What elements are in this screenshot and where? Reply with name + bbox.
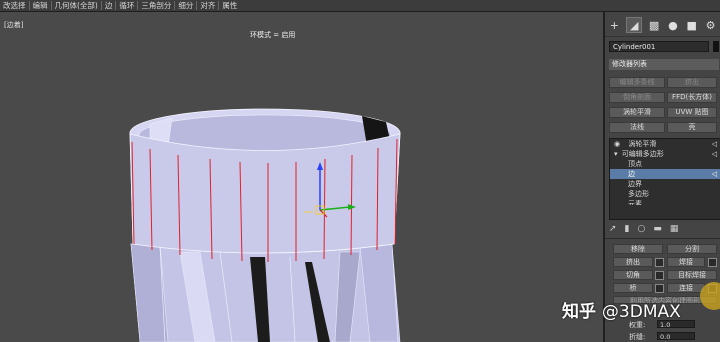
menu-item-select[interactable]: 改选择 xyxy=(0,0,29,11)
lightbulb-icon[interactable]: ◁ xyxy=(712,139,717,149)
stack-item-border[interactable]: 边界 xyxy=(610,179,720,189)
menu-item-subdivide[interactable]: 细分 xyxy=(175,0,196,11)
lightbulb-icon[interactable]: ◁ xyxy=(712,149,717,159)
menu-bar: 改选择 编辑 几何体(全部) 边 循环 三角剖分 细分 对齐 属性 xyxy=(0,0,720,12)
connect-button[interactable]: 连接 xyxy=(667,283,705,293)
menu-item-geometry[interactable]: 几何体(全部) xyxy=(52,0,101,11)
lightbulb-icon[interactable]: ◁ xyxy=(712,169,717,179)
stack-item-element[interactable]: 元素 xyxy=(610,199,720,205)
remove-edge-button[interactable]: 移除 xyxy=(613,244,663,254)
display-icon[interactable]: ■ xyxy=(685,18,699,32)
command-panel-tabs: + ◢ ▩ ● ■ ⚙ xyxy=(605,14,720,37)
make-unique-icon[interactable]: ○ xyxy=(638,224,646,234)
show-end-result-icon[interactable]: ▮ xyxy=(625,224,630,234)
ffd-box-button[interactable]: FFD(长方体) xyxy=(667,92,717,103)
cylinder-mesh[interactable] xyxy=(0,12,603,342)
cursor-highlight xyxy=(700,282,720,310)
chamfer-settings-icon[interactable] xyxy=(655,271,664,280)
stack-item-polygon[interactable]: 多边形 xyxy=(610,189,720,199)
menu-item-triangulate[interactable]: 三角剖分 xyxy=(138,0,174,11)
expand-icon[interactable]: ▾ xyxy=(614,150,618,158)
modify-icon[interactable]: ◢ xyxy=(626,17,643,33)
crease-label: 折缝: xyxy=(629,333,646,341)
utilities-icon[interactable]: ⚙ xyxy=(704,18,718,32)
chamfer-button[interactable]: 切角 xyxy=(613,270,653,280)
rollout-divider xyxy=(605,238,720,239)
perspective-viewport[interactable]: [边着] 环模式 = 启用 xyxy=(0,12,605,342)
extrude-settings-icon[interactable] xyxy=(655,258,664,267)
stack-item-editable-poly[interactable]: ▾ 可编辑多边形 ◁ xyxy=(610,149,720,159)
create-icon[interactable]: + xyxy=(607,18,621,32)
modifier-list-dropdown[interactable]: 修改器列表 xyxy=(609,59,719,70)
zhihu-watermark: 知乎 @3DMAX xyxy=(562,297,681,322)
weld-button[interactable]: 焊接 xyxy=(667,257,705,267)
stack-item-edge[interactable]: 边 ◁ xyxy=(610,169,720,179)
menu-item-align[interactable]: 对齐 xyxy=(197,0,218,11)
menu-item-edges[interactable]: 边 xyxy=(102,0,116,11)
weld-settings-icon[interactable] xyxy=(708,258,717,267)
menu-item-edit[interactable]: 编辑 xyxy=(30,0,51,11)
configure-sets-icon[interactable]: ▦ xyxy=(670,224,679,234)
normal-modifier-button[interactable]: 法线 xyxy=(609,122,665,133)
menu-item-properties[interactable]: 属性 xyxy=(219,0,240,11)
modifier-stack: ◉ 涡轮平滑 ◁ ▾ 可编辑多边形 ◁ 顶点 边 ◁ 边界 多边形 元素 xyxy=(609,138,720,220)
crease-spinner[interactable]: 0.0 xyxy=(657,332,695,341)
stack-item-turbosmooth[interactable]: ◉ 涡轮平滑 ◁ xyxy=(610,139,720,149)
watermark-brand: 知乎 xyxy=(562,302,596,322)
shell-modifier-button[interactable]: 壳 xyxy=(667,122,717,133)
bevel-profile-button[interactable]: 倒角剖面 xyxy=(609,92,665,103)
menu-item-loop[interactable]: 循环 xyxy=(116,0,137,11)
uvw-map-button[interactable]: UVW 贴图 xyxy=(667,107,717,118)
object-color-swatch[interactable] xyxy=(713,41,719,52)
stack-item-label: 边 xyxy=(628,170,635,178)
pin-stack-icon[interactable]: ➚ xyxy=(609,224,617,234)
extrude-modifier-button[interactable]: 挤出 xyxy=(667,77,717,88)
watermark-handle: @3DMAX xyxy=(601,302,681,322)
eye-icon[interactable]: ◉ xyxy=(614,140,620,148)
turbosmooth-button[interactable]: 涡轮平滑 xyxy=(609,107,665,118)
bridge-button[interactable]: 桥 xyxy=(613,283,653,293)
edit-spline-button[interactable]: 编辑多条线 xyxy=(609,77,665,88)
bridge-settings-icon[interactable] xyxy=(655,284,664,293)
stack-toolbar: ➚ ▮ ○ ▬ ▦ xyxy=(609,222,719,236)
extrude-edge-button[interactable]: 挤出 xyxy=(613,257,653,267)
split-button[interactable]: 分割 xyxy=(667,244,717,254)
motion-icon[interactable]: ● xyxy=(666,18,680,32)
hierarchy-icon[interactable]: ▩ xyxy=(647,18,661,32)
object-name-field[interactable]: Cylinder001 xyxy=(609,41,709,52)
stack-item-label: 涡轮平滑 xyxy=(628,140,657,148)
remove-modifier-icon[interactable]: ▬ xyxy=(653,224,662,234)
stack-item-vertex[interactable]: 顶点 xyxy=(610,159,720,169)
target-weld-button[interactable]: 目标焊接 xyxy=(667,270,717,280)
stack-item-label: 可编辑多边形 xyxy=(621,150,664,158)
